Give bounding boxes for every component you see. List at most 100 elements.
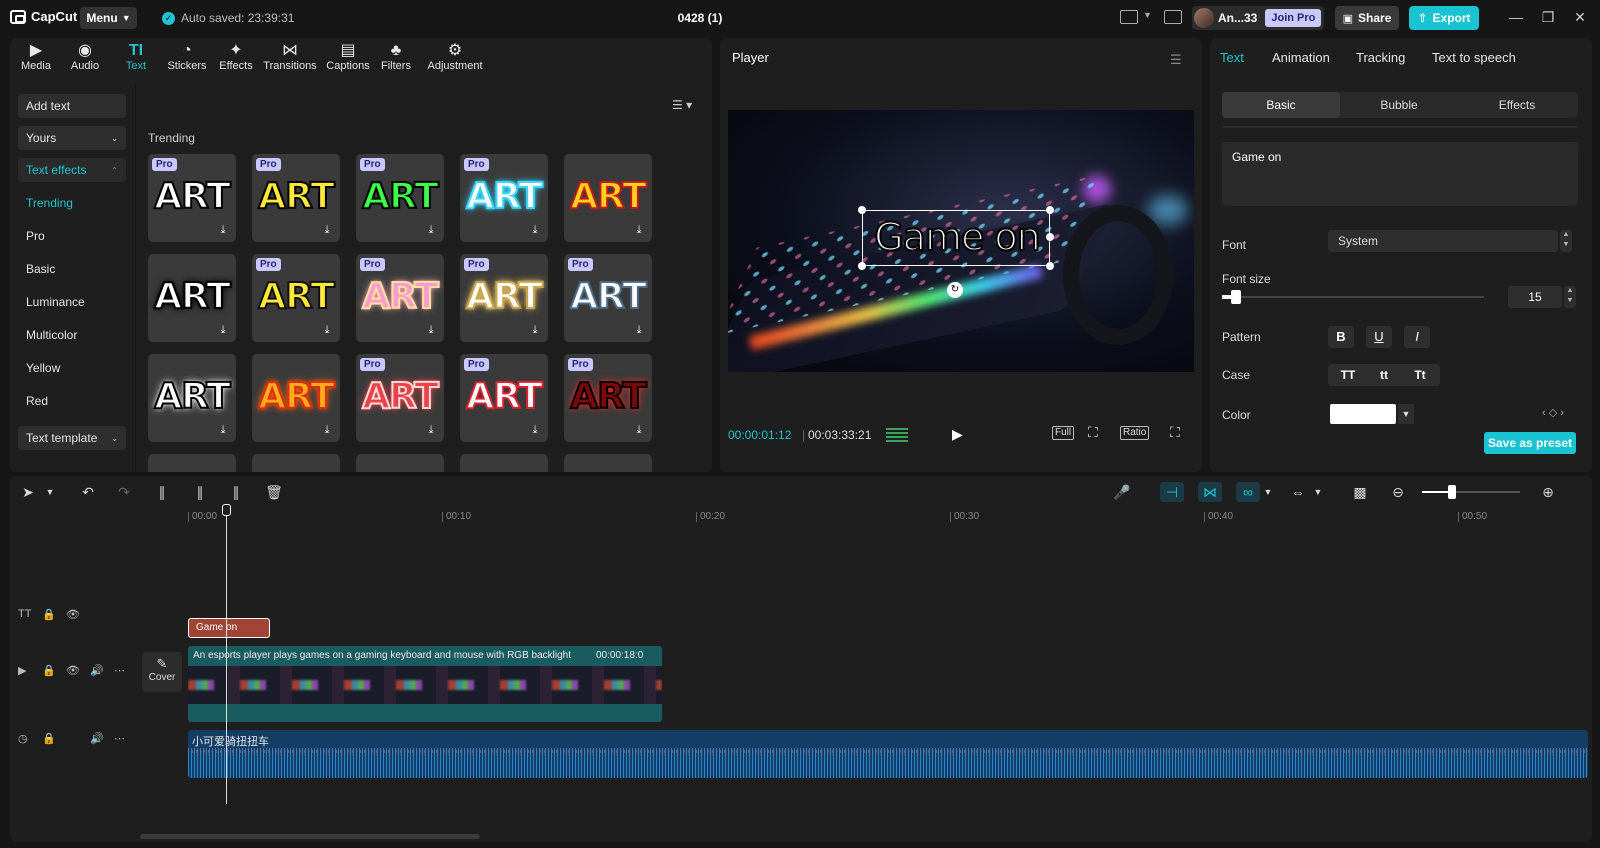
- uppercase-button[interactable]: TT: [1330, 364, 1366, 386]
- segment-effects[interactable]: Effects: [1458, 92, 1576, 118]
- text-effect-tile[interactable]: ART ⤓: [252, 354, 340, 442]
- bold-button[interactable]: B: [1328, 326, 1354, 348]
- titlecase-button[interactable]: Tt: [1402, 364, 1438, 386]
- font-size-slider[interactable]: [1222, 296, 1484, 298]
- sidebar-item-pro[interactable]: Pro: [26, 229, 45, 243]
- chevron-down-icon[interactable]: ▼: [1398, 404, 1414, 424]
- export-button[interactable]: ⇧ Export: [1409, 6, 1479, 30]
- text-content-input[interactable]: Game on: [1222, 142, 1578, 206]
- download-icon[interactable]: ⤓: [216, 423, 230, 437]
- download-icon[interactable]: ⤓: [632, 423, 646, 437]
- font-size-slider-handle[interactable]: [1231, 290, 1241, 304]
- keyframe-icon[interactable]: ‹ ◇ ›: [1542, 406, 1564, 419]
- eye-icon[interactable]: 👁: [66, 608, 80, 621]
- lock-icon[interactable]: 🔒: [42, 732, 56, 745]
- tab-text-props[interactable]: Text: [1220, 50, 1244, 65]
- lowercase-button[interactable]: tt: [1366, 364, 1402, 386]
- tab-filters[interactable]: ♣ Filters: [376, 42, 416, 72]
- playhead[interactable]: [226, 504, 227, 804]
- yours-dropdown[interactable]: Yours ⌄: [18, 126, 126, 150]
- download-icon[interactable]: ⤓: [320, 223, 334, 237]
- text-effect-tile[interactable]: ART Pro ⤓: [148, 154, 236, 242]
- font-size-input[interactable]: 15: [1508, 286, 1562, 308]
- download-icon[interactable]: ⤓: [216, 323, 230, 337]
- join-pro-button[interactable]: Join Pro: [1265, 9, 1322, 27]
- text-effect-tile[interactable]: [252, 454, 340, 472]
- zoom-fit-icon[interactable]: ⛶: [1088, 424, 1098, 441]
- text-effect-tile[interactable]: ART Pro ⤓: [356, 154, 444, 242]
- tab-audio[interactable]: ◉ Audio: [65, 42, 105, 72]
- zoom-slider-handle[interactable]: [1448, 485, 1456, 499]
- text-effect-tile[interactable]: ART Pro ⤓: [564, 254, 652, 342]
- add-text-button[interactable]: Add text: [18, 94, 126, 118]
- fullscreen-icon[interactable]: ⛶: [1170, 424, 1180, 441]
- text-effect-tile[interactable]: ART Pro ⤓: [460, 354, 548, 442]
- sidebar-item-luminance[interactable]: Luminance: [26, 295, 85, 309]
- download-icon[interactable]: ⤓: [632, 223, 646, 237]
- text-effect-tile[interactable]: ART Pro ⤓: [460, 154, 548, 242]
- sidebar-item-yellow[interactable]: Yellow: [26, 361, 60, 375]
- text-effect-tile[interactable]: ART Pro ⤓: [356, 254, 444, 342]
- menu-button[interactable]: Menu ▼: [80, 7, 137, 29]
- save-as-preset-button[interactable]: Save as preset: [1484, 432, 1576, 454]
- text-effect-tile[interactable]: ART Pro ⤓: [252, 154, 340, 242]
- sidebar-item-red[interactable]: Red: [26, 394, 48, 408]
- text-effect-tile[interactable]: ART Pro ⤓: [356, 354, 444, 442]
- user-account[interactable]: An...33 Join Pro: [1192, 6, 1324, 30]
- more-icon[interactable]: ⋯: [114, 732, 125, 745]
- restore-icon[interactable]: ❐: [1538, 9, 1558, 26]
- text-template-dropdown[interactable]: Text template ⌄: [18, 426, 126, 450]
- full-button[interactable]: Full: [1052, 426, 1075, 440]
- resize-handle[interactable]: [1046, 233, 1054, 241]
- menu-icon[interactable]: ☰: [1170, 52, 1182, 68]
- download-icon[interactable]: ⤓: [424, 223, 438, 237]
- tab-text[interactable]: TI Text: [116, 42, 156, 72]
- text-effect-tile[interactable]: ART ⤓: [564, 154, 652, 242]
- shortcuts-icon[interactable]: [1164, 10, 1182, 24]
- tab-stickers[interactable]: ◔ Stickers: [162, 42, 212, 72]
- share-button[interactable]: ▣ Share: [1335, 6, 1399, 30]
- tab-animation[interactable]: Animation: [1272, 50, 1330, 65]
- download-icon[interactable]: ⤓: [528, 423, 542, 437]
- download-icon[interactable]: ⤓: [424, 323, 438, 337]
- caption-text[interactable]: Game on: [863, 214, 1051, 260]
- eye-icon[interactable]: 👁: [66, 664, 80, 677]
- download-icon[interactable]: ⤓: [632, 323, 646, 337]
- more-icon[interactable]: ⋯: [114, 664, 125, 677]
- project-title[interactable]: 0428 (1): [640, 11, 760, 25]
- segment-basic[interactable]: Basic: [1222, 92, 1340, 118]
- video-preview[interactable]: Game on ↻: [728, 110, 1194, 372]
- ratio-button[interactable]: Ratio: [1120, 426, 1150, 440]
- chevron-down-icon[interactable]: ▼: [1143, 10, 1152, 20]
- zoom-in-icon[interactable]: ⊕: [1536, 482, 1560, 502]
- text-effect-tile[interactable]: [356, 454, 444, 472]
- download-icon[interactable]: ⤓: [528, 323, 542, 337]
- download-icon[interactable]: ⤓: [320, 423, 334, 437]
- text-effect-tile[interactable]: [148, 454, 236, 472]
- font-stepper-icon[interactable]: ▲ ▼: [1560, 230, 1572, 252]
- lock-icon[interactable]: 🔒: [42, 608, 56, 621]
- text-effect-tile[interactable]: ART Pro ⤓: [460, 254, 548, 342]
- resize-handle[interactable]: [858, 262, 866, 270]
- resize-handle[interactable]: [1046, 206, 1054, 214]
- sidebar-item-basic[interactable]: Basic: [26, 262, 55, 276]
- time-ruler[interactable]: 00:00 00:10 00:20 00:30 00:40 00:50: [188, 510, 1588, 524]
- audio-clip[interactable]: 小可爱骑扭扭车: [188, 730, 1588, 778]
- text-clip[interactable]: Game on: [188, 618, 270, 638]
- layout-icon[interactable]: [1120, 10, 1138, 24]
- volume-icon[interactable]: 🔊: [90, 732, 104, 745]
- text-effect-tile[interactable]: ART ⤓: [148, 354, 236, 442]
- lock-icon[interactable]: 🔒: [42, 664, 56, 677]
- rotate-handle-icon[interactable]: ↻: [947, 282, 963, 298]
- avatar[interactable]: [1194, 8, 1214, 28]
- resize-handle[interactable]: [1046, 262, 1054, 270]
- cover-button[interactable]: ✎ Cover: [142, 652, 182, 692]
- close-icon[interactable]: ✕: [1570, 9, 1590, 26]
- segment-bubble[interactable]: Bubble: [1340, 92, 1458, 118]
- sidebar-item-multicolor[interactable]: Multicolor: [26, 328, 77, 342]
- tab-adjustment[interactable]: ⚙ Adjustment: [424, 42, 486, 72]
- text-effect-tile[interactable]: ART Pro ⤓: [252, 254, 340, 342]
- text-effects-dropdown[interactable]: Text effects ⌃: [18, 158, 126, 182]
- playhead-handle[interactable]: [222, 504, 231, 516]
- tab-text-to-speech[interactable]: Text to speech: [1432, 50, 1516, 65]
